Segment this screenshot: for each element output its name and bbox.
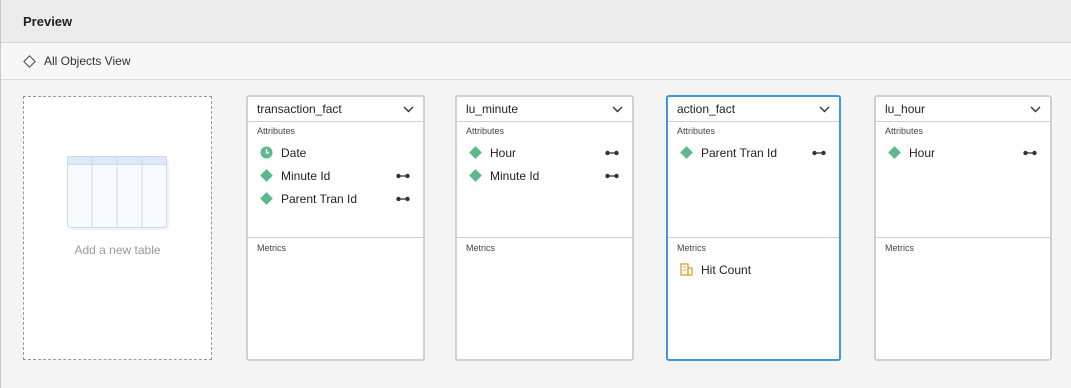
dialog-title: Preview xyxy=(23,13,73,29)
attribute-row-parent-tran-id[interactable]: Parent Tran Id xyxy=(668,141,839,164)
card-header: lu_hour xyxy=(876,97,1050,122)
attribute-icon xyxy=(468,146,482,160)
relationship-link-icon xyxy=(396,173,410,179)
attribute-label: Hour xyxy=(490,145,517,160)
metrics-label: Metrics xyxy=(885,243,914,253)
metric-icon xyxy=(679,263,693,277)
card-title: lu_hour xyxy=(885,102,926,116)
table-card-action-fact[interactable]: action_fact Attributes Parent Tran Id Me… xyxy=(666,95,841,361)
attribute-icon xyxy=(259,192,273,206)
card-header: action_fact xyxy=(668,97,839,122)
metrics-section: Metrics Hit Count xyxy=(668,238,839,281)
diamond-icon xyxy=(23,54,36,68)
attribute-row-hour[interactable]: Hour xyxy=(876,141,1050,164)
metrics-label: Metrics xyxy=(677,243,706,253)
table-card-lu-hour[interactable]: lu_hour Attributes Hour Metrics xyxy=(874,95,1052,361)
attribute-label: Parent Tran Id xyxy=(281,191,358,206)
relationship-link-icon xyxy=(605,150,619,156)
relationship-link-icon xyxy=(396,196,410,202)
attributes-label: Attributes xyxy=(466,126,505,136)
table-card-transaction-fact[interactable]: transaction_fact Attributes Date Minute … xyxy=(246,95,425,361)
view-bar[interactable]: All Objects View xyxy=(1,43,1071,80)
attribute-icon xyxy=(468,169,482,183)
metric-label: Hit Count xyxy=(701,262,752,277)
attributes-section: Attributes Date Minute Id Parent Tran Id xyxy=(248,122,423,238)
add-table-placeholder[interactable]: Add a new table xyxy=(23,96,212,360)
card-title: action_fact xyxy=(677,102,736,116)
relationship-link-icon xyxy=(1023,150,1037,156)
card-header: lu_minute xyxy=(457,97,632,122)
table-grid-icon xyxy=(66,156,169,230)
attribute-row-date[interactable]: Date xyxy=(248,141,423,164)
chevron-down-icon[interactable] xyxy=(1029,103,1041,115)
attribute-icon xyxy=(679,146,693,160)
metrics-section: Metrics xyxy=(876,238,1050,253)
chevron-down-icon[interactable] xyxy=(818,103,830,115)
metrics-section: Metrics xyxy=(248,238,423,253)
attribute-label: Minute Id xyxy=(281,168,331,183)
attribute-label: Hour xyxy=(909,145,936,160)
relationship-link-icon xyxy=(812,150,826,156)
add-table-label: Add a new table xyxy=(74,243,161,257)
dialog-header: Preview xyxy=(1,0,1071,43)
preview-dialog: Preview All Objects View Add a new table… xyxy=(0,0,1071,388)
attribute-label: Date xyxy=(281,145,307,160)
metrics-label: Metrics xyxy=(257,243,286,253)
all-objects-view-label[interactable]: All Objects View xyxy=(44,54,130,68)
attribute-row-minute-id[interactable]: Minute Id xyxy=(248,164,423,187)
attribute-row-parent-tran-id[interactable]: Parent Tran Id xyxy=(248,187,423,210)
metrics-section: Metrics xyxy=(457,238,632,253)
attributes-section: Attributes Parent Tran Id xyxy=(668,122,839,238)
card-title: lu_minute xyxy=(466,102,519,116)
chevron-down-icon[interactable] xyxy=(402,103,414,115)
attribute-row-minute-id[interactable]: Minute Id xyxy=(457,164,632,187)
attribute-icon xyxy=(259,169,273,183)
attribute-row-hour[interactable]: Hour xyxy=(457,141,632,164)
card-header: transaction_fact xyxy=(248,97,423,122)
metric-row-hit-count[interactable]: Hit Count xyxy=(668,258,839,281)
card-title: transaction_fact xyxy=(257,102,342,116)
attributes-label: Attributes xyxy=(677,126,716,136)
attributes-label: Attributes xyxy=(885,126,924,136)
clock-icon xyxy=(259,146,273,160)
attribute-label: Minute Id xyxy=(490,168,540,183)
attributes-section: Attributes Hour Minute Id xyxy=(457,122,632,238)
table-card-lu-minute[interactable]: lu_minute Attributes Hour Minute Id Metr… xyxy=(455,95,634,361)
relationship-link-icon xyxy=(605,173,619,179)
attributes-section: Attributes Hour xyxy=(876,122,1050,238)
tables-canvas: Add a new table transaction_fact Attribu… xyxy=(1,81,1071,388)
attribute-label: Parent Tran Id xyxy=(701,145,778,160)
metrics-label: Metrics xyxy=(466,243,495,253)
attributes-label: Attributes xyxy=(257,126,296,136)
attribute-icon xyxy=(887,146,901,160)
chevron-down-icon[interactable] xyxy=(611,103,623,115)
